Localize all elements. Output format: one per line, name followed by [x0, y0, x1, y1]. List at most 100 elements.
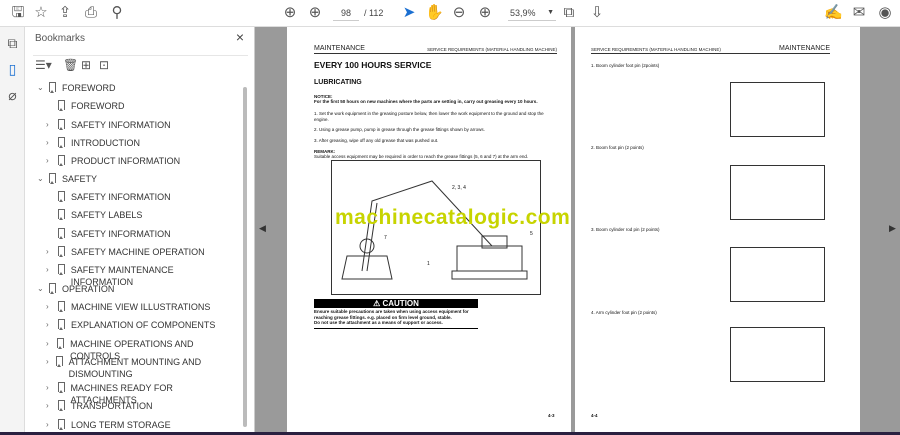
bookmark-icon [58, 119, 65, 130]
bookmark-item[interactable]: › SAFETY MACHINE OPERATION [46, 246, 236, 262]
bookmark-label: TRANSPORTATION [71, 401, 153, 411]
scroll-left-icon[interactable]: ◀ [259, 223, 266, 234]
previous-page-icon[interactable]: ⊕ [281, 4, 299, 22]
bookmark-icon [49, 283, 56, 294]
delete-icon[interactable]: 🗑 [63, 58, 78, 72]
page-total: / 112 [364, 8, 384, 18]
scrollbar[interactable] [243, 87, 247, 427]
chevron-down-icon[interactable]: ⌄ [37, 173, 47, 185]
find-bookmark-icon[interactable]: ⊡ [99, 58, 109, 72]
bookmark-item[interactable]: › PRODUCT INFORMATION [46, 155, 236, 171]
bookmarks-icon[interactable]: ▯ [4, 61, 21, 78]
search-icon[interactable]: ⚲ [108, 4, 126, 22]
caution-banner: ⚠ CAUTION [314, 299, 478, 308]
hand-tool-icon[interactable]: ✋ [425, 4, 444, 22]
bookmark-item[interactable]: › SAFETY MAINTENANCE INFORMATION [46, 264, 236, 287]
bookmark-tools: ☰▾ 🗑 ⊞ ⊡ [33, 55, 248, 73]
email-icon[interactable]: ✉ [850, 4, 868, 22]
bookmark-item[interactable]: › INTRODUCTION [46, 137, 236, 153]
bookmark-icon [58, 137, 65, 148]
item-3: 3. Boom cylinder rod pin (2 points) [591, 227, 660, 232]
bookmark-item[interactable]: › MACHINES READY FOR ATTACHMENTS [46, 382, 236, 405]
options-menu-icon[interactable]: ☰▾ [35, 58, 52, 72]
bookmark-icon [57, 264, 65, 275]
bookmark-icon [58, 100, 65, 111]
bookmark-item[interactable]: › MACHINE VIEW ILLUSTRATIONS [46, 301, 236, 317]
zoom-select[interactable]: 53,9% ▼ [508, 5, 556, 21]
bookmark-label: SAFETY INFORMATION [71, 120, 171, 130]
close-icon[interactable]: × [236, 29, 244, 45]
chevron-right-icon[interactable]: › [46, 400, 56, 412]
bookmark-icon [58, 155, 65, 166]
zoom-value: 53,9% [510, 8, 536, 18]
bookmark-icon [57, 338, 65, 349]
page-number-input[interactable]: 98 [333, 5, 359, 21]
bookmark-label: OPERATION [62, 284, 115, 294]
bookmark-label: EXPLANATION OF COMPONENTS [71, 320, 216, 330]
chevron-right-icon[interactable]: › [46, 119, 56, 131]
left-tool-strip: ⧉ ▯ ⌀ [0, 27, 25, 435]
select-cursor-icon[interactable]: ➤ [400, 4, 418, 22]
upload-cloud-icon[interactable]: ⇪ [56, 4, 74, 22]
chevron-right-icon[interactable]: › [46, 419, 56, 431]
bookmark-label: SAFETY LABELS [71, 210, 143, 220]
notice-text: For the first 50 hours on new machines w… [314, 99, 538, 104]
bookmark-item[interactable]: ⌄ OPERATION [37, 283, 237, 299]
bookmark-item[interactable]: SAFETY INFORMATION [46, 191, 236, 207]
bookmark-item[interactable]: ⌄ SAFETY [37, 173, 237, 189]
chevron-right-icon[interactable]: › [46, 356, 54, 368]
bookmark-label: FOREWORD [62, 83, 116, 93]
page-number: 4-3 [548, 413, 555, 418]
bookmark-icon [58, 400, 65, 411]
sign-icon[interactable]: ✍ [824, 4, 843, 22]
bookmark-star-icon[interactable]: ☆ [32, 4, 50, 22]
bookmark-icon [56, 356, 63, 367]
bookmark-icon [58, 191, 65, 202]
bookmark-item[interactable]: › ATTACHMENT MOUNTING AND DISMOUNTING [46, 356, 236, 379]
next-page-icon[interactable]: ⊕ [306, 4, 324, 22]
page-fit-icon[interactable]: ⧉ [560, 4, 578, 22]
chevron-down-icon[interactable]: ⌄ [37, 283, 47, 295]
bookmark-item[interactable]: › SAFETY INFORMATION [46, 119, 236, 135]
bookmark-label: SAFETY INFORMATION [71, 192, 171, 202]
chevron-right-icon[interactable]: › [46, 301, 56, 313]
chevron-right-icon[interactable]: › [46, 382, 56, 394]
bookmark-icon [58, 301, 65, 312]
bookmark-label: SAFETY MACHINE OPERATION [71, 247, 205, 257]
bookmark-item[interactable]: › EXPLANATION OF COMPONENTS [46, 319, 236, 335]
bookmark-icon [57, 382, 65, 393]
attachments-icon[interactable]: ⌀ [4, 87, 21, 104]
bookmark-icon [58, 246, 65, 257]
bookmarks-panel: Bookmarks × ☰▾ 🗑 ⊞ ⊡ ⌄ FOREWORD FOREWORD › S… [25, 27, 255, 435]
bookmark-item[interactable]: FOREWORD [46, 100, 236, 116]
remark-text: Suitable access equipment may be require… [314, 154, 529, 159]
step-3: 3. After greasing, wipe off any old grea… [314, 138, 439, 143]
chevron-down-icon[interactable]: ⌄ [37, 82, 47, 94]
bookmark-icon [58, 228, 65, 239]
print-icon[interactable]: ⎙ [82, 4, 100, 22]
bookmark-item[interactable]: SAFETY LABELS [46, 209, 236, 225]
bookmark-label: MACHINE VIEW ILLUSTRATIONS [71, 302, 211, 312]
chevron-right-icon[interactable]: › [46, 319, 56, 331]
bookmark-item[interactable]: SAFETY INFORMATION [46, 228, 236, 244]
zoom-in-icon[interactable]: ⊕ [476, 4, 494, 22]
bookmark-label: INTRODUCTION [71, 138, 140, 148]
chevron-right-icon[interactable]: › [46, 155, 56, 167]
save-icon[interactable]: 🖫 [9, 4, 27, 22]
chevron-right-icon[interactable]: › [46, 246, 56, 258]
chevron-right-icon[interactable]: › [46, 264, 56, 276]
bookmark-item[interactable]: › MACHINE OPERATIONS AND CONTROLS [46, 338, 236, 361]
page-number: 4-4 [591, 413, 598, 418]
chevron-right-icon[interactable]: › [46, 338, 55, 350]
add-bookmark-icon[interactable]: ⊞ [81, 58, 91, 72]
zoom-out-icon[interactable]: ⊖ [450, 4, 468, 22]
bookmark-icon [49, 82, 56, 93]
chevron-right-icon[interactable]: › [46, 137, 56, 149]
scroll-mode-icon[interactable]: ⇩ [588, 4, 606, 22]
page-thumbnails-icon[interactable]: ⧉ [4, 35, 21, 52]
scroll-right-icon[interactable]: ▶ [889, 223, 896, 234]
bookmark-item[interactable]: › TRANSPORTATION [46, 400, 236, 416]
bookmark-item[interactable]: ⌄ FOREWORD [37, 82, 237, 98]
account-icon[interactable]: ◉ [876, 4, 894, 22]
step-1: 1. Set the work equipment in the greasin… [314, 111, 544, 122]
